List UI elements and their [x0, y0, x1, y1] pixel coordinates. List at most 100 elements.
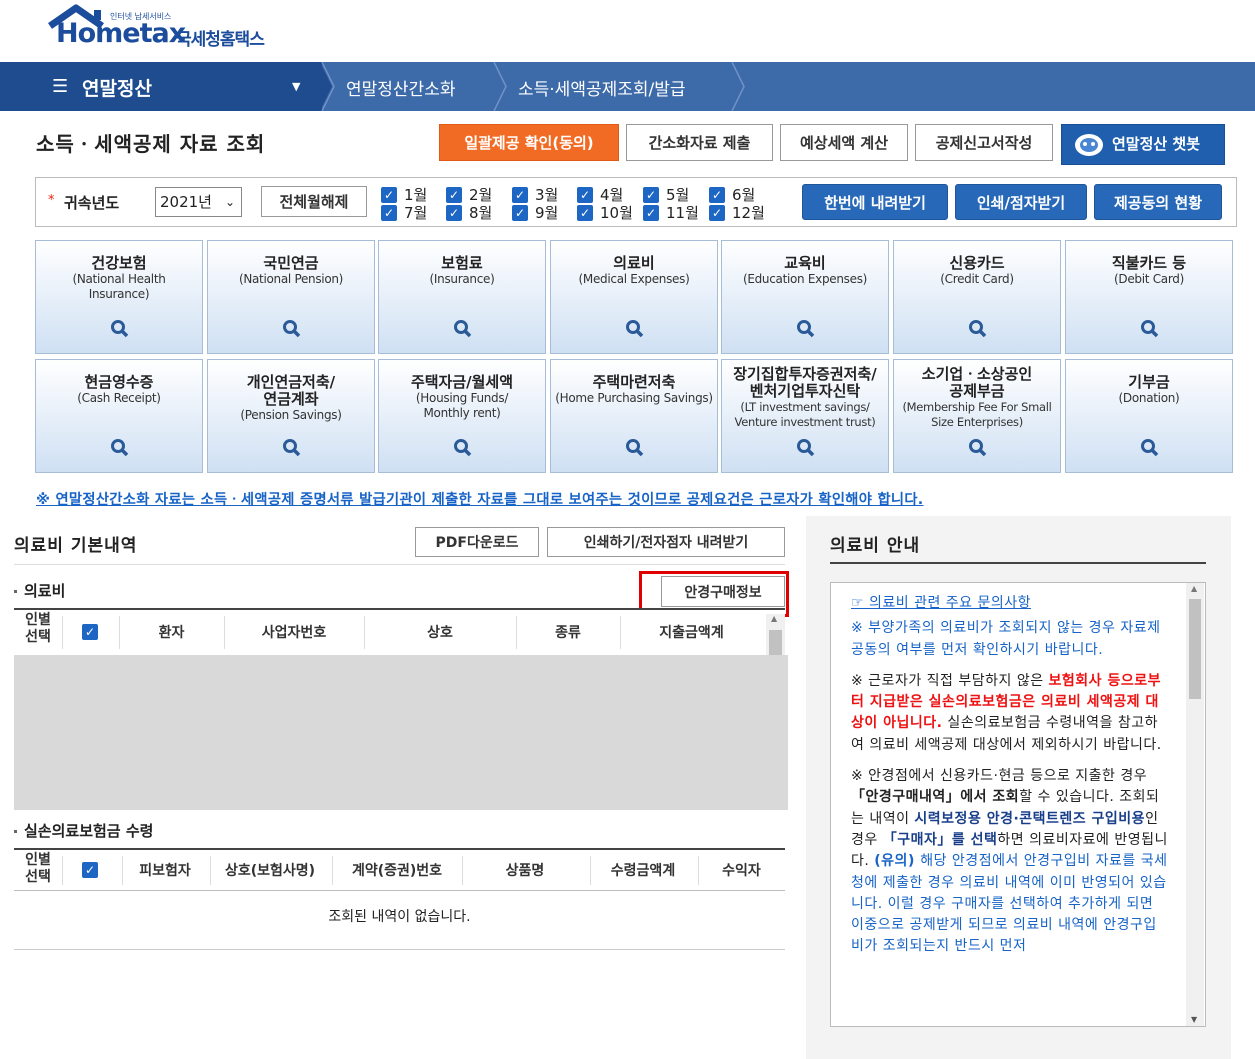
column-header: 상호(보험사명): [224, 863, 316, 879]
tile-credit-card[interactable]: 신용카드 (Credit Card): [893, 240, 1061, 354]
chevron-down-icon: ⌄: [224, 195, 235, 209]
tile-title: 의료비: [613, 254, 655, 272]
tile-subtitle: (Cash Receipt): [77, 391, 161, 405]
scrollbar-thumb[interactable]: [1189, 599, 1201, 699]
month-checkbox[interactable]: ✓: [577, 187, 593, 203]
scroll-up-icon[interactable]: ▲: [771, 614, 777, 623]
year-value: 2021년: [160, 193, 212, 211]
guide-content-box[interactable]: ☞ 의료비 관련 주요 문의사항 ※ 부양가족의 의료비가 조회되지 않는 경우…: [830, 582, 1206, 1027]
print-download-button[interactable]: 인쇄하기/전자점자 내려받기: [547, 527, 785, 557]
tile-health-insurance[interactable]: 건강보험 (National Health Insurance): [35, 240, 203, 354]
search-icon: [283, 320, 301, 338]
search-icon: [283, 439, 301, 457]
tile-home-purchasing-savings[interactable]: 주택마련저축 (Home Purchasing Savings): [550, 359, 718, 473]
column-header: 계약(증권)번호: [351, 863, 443, 879]
month-checkbox[interactable]: ✓: [643, 187, 659, 203]
menu-title: 연말정산: [82, 78, 152, 100]
tile-donation[interactable]: 기부금 (Donation): [1065, 359, 1233, 473]
year-select[interactable]: 2021년 ⌄: [155, 187, 242, 217]
month-checkbox[interactable]: ✓: [446, 187, 462, 203]
search-icon: [797, 439, 815, 457]
pdf-download-button[interactable]: PDF다운로드: [415, 527, 539, 557]
month-checkbox[interactable]: ✓: [577, 205, 593, 221]
insurance-table-header: 인별 선택 ✓ 피보험자 상호(보험사명) 계약(증권)번호 상품명 수령금액계…: [14, 850, 785, 890]
consent-status-button[interactable]: 제공동의 현황: [1094, 184, 1222, 220]
search-icon: [626, 320, 644, 338]
select-all-checkbox[interactable]: ✓: [82, 862, 98, 878]
download-all-button[interactable]: 한번에 내려받기: [802, 184, 948, 220]
tile-subtitle: (Medical Expenses): [578, 272, 690, 286]
chatbot-icon: [1075, 134, 1103, 156]
tile-education-expenses[interactable]: 교육비 (Education Expenses): [721, 240, 889, 354]
tile-cash-receipt[interactable]: 현금영수증 (Cash Receipt): [35, 359, 203, 473]
glasses-info-button[interactable]: 안경구매정보: [661, 576, 785, 607]
column-header: 상품명: [505, 863, 545, 879]
guide-paragraph: ※ 부양가족의 의료비가 조회되지 않는 경우 자료제공동의 여부를 먼저 확인…: [851, 620, 1161, 658]
medical-table-body: [14, 655, 788, 810]
breadcrumb-separator-icon: [320, 62, 335, 111]
scroll-down-icon[interactable]: ▼: [1191, 1015, 1197, 1024]
month-checkbox[interactable]: ✓: [643, 205, 659, 221]
search-icon: [797, 320, 815, 338]
tile-subtitle: (Insurance): [429, 272, 495, 286]
column-header: 인별 선택: [25, 612, 51, 645]
search-icon: [1141, 320, 1159, 338]
search-icon: [1141, 439, 1159, 457]
tile-subtitle: (Education Expenses): [742, 272, 868, 286]
month-checkbox[interactable]: ✓: [381, 187, 397, 203]
month-label: 8월: [469, 204, 493, 222]
hamburger-icon[interactable]: ☰: [52, 76, 68, 97]
guide-paragraph: ※ 안경점에서 신용카드·현금 등으로 지출한 경우 「안경구매내역」에서 조회…: [851, 768, 1168, 955]
submit-simplified-button[interactable]: 간소화자료 제출: [626, 124, 773, 161]
month-checkbox[interactable]: ✓: [512, 187, 528, 203]
tile-title: 주택자금/월세액: [410, 373, 514, 391]
deduction-form-button[interactable]: 공제신고서작성: [915, 124, 1053, 161]
print-braille-button[interactable]: 인쇄/점자받기: [955, 184, 1087, 220]
tile-subtitle: (Home Purchasing Savings): [555, 391, 713, 405]
medical-guide-panel: 의료비 안내 ☞ 의료비 관련 주요 문의사항 ※ 부양가족의 의료비가 조회되…: [806, 516, 1231, 1059]
tile-subtitle: (National Health Insurance): [72, 272, 166, 301]
guide-content: ☞ 의료비 관련 주요 문의사항 ※ 부양가족의 의료비가 조회되지 않는 경우…: [851, 593, 1169, 968]
medical-section-title: 의료비 기본내역: [14, 536, 138, 556]
month-label: 10월: [600, 204, 633, 222]
estimate-tax-button[interactable]: 예상세액 계산: [780, 124, 908, 161]
month-checkbox[interactable]: ✓: [709, 187, 725, 203]
hometax-logo[interactable]: 인터넷 납세서비스 Hometax 국세청홈택스: [46, 4, 286, 56]
month-checkbox[interactable]: ✓: [709, 205, 725, 221]
search-icon: [626, 439, 644, 457]
tile-small-enterprise[interactable]: 소기업ㆍ소상공인 공제부금 (Membership Fee For Small …: [893, 359, 1061, 473]
tile-title: 기부금: [1128, 373, 1170, 391]
faq-link[interactable]: ☞ 의료비 관련 주요 문의사항: [851, 595, 1031, 611]
notice-link[interactable]: ※ 연말정산간소화 자료는 소득ㆍ세액공제 증명서류 발급기관이 제출한 자료를…: [36, 488, 924, 509]
guide-scrollbar[interactable]: ▲ ▼: [1186, 583, 1204, 1026]
tile-pension-savings[interactable]: 개인연금저축/ 연금계좌 (Pension Savings): [207, 359, 375, 473]
bulk-confirm-button[interactable]: 일괄제공 확인(동의): [439, 124, 619, 161]
month-label: 7월: [404, 204, 428, 222]
scroll-up-icon[interactable]: ▲: [1191, 584, 1197, 593]
guide-title: 의료비 안내: [830, 536, 921, 556]
chatbot-button[interactable]: 연말정산 챗봇: [1061, 124, 1225, 165]
deselect-months-button[interactable]: 전체월해제: [261, 186, 367, 217]
menu-dropdown[interactable]: ☰ 연말정산 ▼: [0, 62, 322, 111]
tile-medical-expenses[interactable]: 의료비 (Medical Expenses): [550, 240, 718, 354]
logo-brand: Hometax: [56, 18, 186, 49]
tile-insurance[interactable]: 보험료 (Insurance): [378, 240, 546, 354]
column-header: 종류: [555, 625, 581, 641]
tile-title: 직불카드 등: [1111, 254, 1187, 272]
tile-lt-investment[interactable]: 장기집합투자증권저축/ 벤처기업투자신탁 (LT investment savi…: [721, 359, 889, 473]
month-checkbox[interactable]: ✓: [512, 205, 528, 221]
tile-housing-funds[interactable]: 주택자금/월세액 (Housing Funds/ Monthly rent): [378, 359, 546, 473]
tile-debit-card[interactable]: 직불카드 등 (Debit Card): [1065, 240, 1233, 354]
breadcrumb-separator-icon: [493, 62, 507, 111]
month-checkbox[interactable]: ✓: [381, 205, 397, 221]
select-all-checkbox[interactable]: ✓: [82, 624, 98, 640]
tile-title: 교육비: [784, 254, 826, 272]
month-checkbox[interactable]: ✓: [446, 205, 462, 221]
breadcrumb-deduction-inquiry[interactable]: 소득·세액공제조회/발급: [518, 75, 686, 100]
tile-subtitle: (LT investment savings/ Venture investme…: [734, 400, 876, 429]
tile-national-pension[interactable]: 국민연금 (National Pension): [207, 240, 375, 354]
breadcrumb-year-end[interactable]: 연말정산간소화: [346, 75, 455, 100]
table-scrollbar[interactable]: ▲: [766, 614, 785, 655]
chevron-down-icon[interactable]: ▼: [292, 80, 300, 93]
tile-title: 보험료: [441, 254, 483, 272]
